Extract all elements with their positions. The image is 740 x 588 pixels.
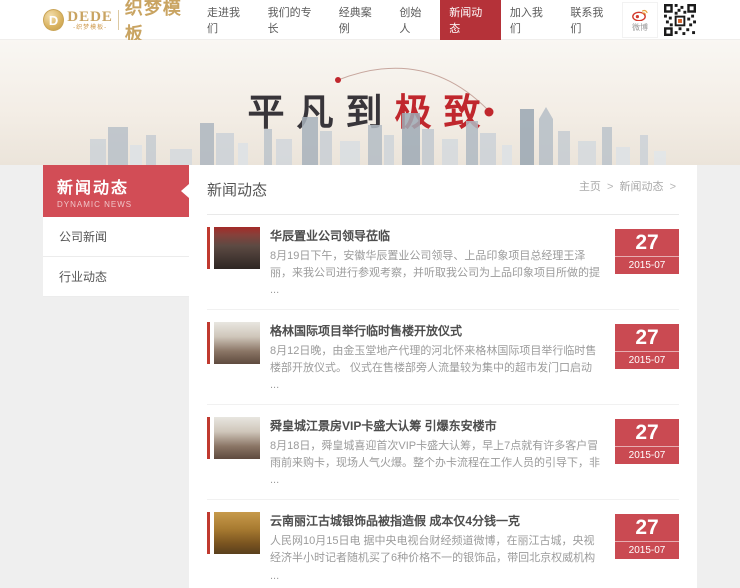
- main-nav: 走进我们 我们的专长 经典案例 创始人 新闻动态 加入我们 联系我们: [198, 0, 622, 40]
- weibo-link[interactable]: 微博: [622, 2, 658, 38]
- logo-divider: [118, 10, 119, 30]
- news-description: 人民网10月15日电 据中央电视台财经频道微博，在丽江古城，央视经济半小时记者随…: [270, 533, 601, 584]
- news-thumbnail: [214, 227, 260, 269]
- news-date-month: 2015-07: [615, 257, 679, 274]
- nav-item-join[interactable]: 加入我们: [501, 0, 562, 40]
- weibo-icon: [632, 8, 648, 21]
- sidebar-title: 新闻动态: [57, 174, 175, 198]
- thumbnail-accent-bar: [207, 512, 210, 554]
- logo-brand-text: DEDE: [67, 10, 113, 25]
- nav-item-cases[interactable]: 经典案例: [330, 0, 391, 40]
- main-panel: 主页 > 新闻动态 > 新闻动态 华辰置业公司领导莅临 8月19日下: [189, 165, 697, 588]
- news-title[interactable]: 云南丽江古城银饰品被指造假 成本仅4分钱一克: [270, 512, 601, 529]
- sidebar-header: 新闻动态 DYNAMIC NEWS: [43, 165, 189, 217]
- thumbnail-accent-bar: [207, 322, 210, 364]
- sidebar-arrow-icon: [181, 184, 189, 198]
- news-body: 云南丽江古城银饰品被指造假 成本仅4分钱一克 人民网10月15日电 据中央电视台…: [270, 512, 615, 584]
- nav-item-expertise[interactable]: 我们的专长: [259, 0, 330, 40]
- logo-brand-subtext: -织梦模板-: [67, 25, 113, 31]
- news-description: 8月18日，舜皇城喜迎首次VIP卡盛大认筹，早上7点就有许多客户冒雨前来购卡，现…: [270, 438, 601, 489]
- sidebar: 新闻动态 DYNAMIC NEWS 公司新闻 行业动态: [43, 165, 189, 297]
- thumbnail-accent-bar: [207, 227, 210, 269]
- logo-brand-en: DEDE -织梦模板-: [67, 10, 113, 31]
- news-thumbnail: [214, 322, 260, 364]
- news-thumbnail: [214, 512, 260, 554]
- news-item[interactable]: 舜皇城江景房VIP卡盛大认筹 引爆东安楼市 8月18日，舜皇城喜迎首次VIP卡盛…: [207, 405, 679, 500]
- news-item[interactable]: 云南丽江古城银饰品被指造假 成本仅4分钱一克 人民网10月15日电 据中央电视台…: [207, 500, 679, 588]
- news-title[interactable]: 华辰置业公司领导莅临: [270, 227, 601, 244]
- news-thumbnail-wrap: [207, 512, 260, 554]
- news-body: 舜皇城江景房VIP卡盛大认筹 引爆东安楼市 8月18日，舜皇城喜迎首次VIP卡盛…: [270, 417, 615, 489]
- news-date-day: 27: [615, 324, 679, 352]
- nav-item-founder[interactable]: 创始人: [390, 0, 440, 40]
- hero-banner: 平凡到极致: [0, 40, 740, 165]
- breadcrumb-home[interactable]: 主页: [579, 181, 601, 193]
- news-title[interactable]: 舜皇城江景房VIP卡盛大认筹 引爆东安楼市: [270, 417, 601, 434]
- content-area: 新闻动态 DYNAMIC NEWS 公司新闻 行业动态 主页 > 新闻动态 > …: [0, 165, 740, 588]
- breadcrumb-separator: >: [670, 181, 676, 193]
- news-thumbnail-wrap: [207, 322, 260, 364]
- news-date-badge: 27 2015-07: [615, 514, 679, 559]
- breadcrumb-separator: >: [607, 181, 613, 193]
- news-date-day: 27: [615, 514, 679, 542]
- page: D DEDE -织梦模板- 织梦模板 走进我们 我们的专长 经典案例 创始人 新…: [0, 0, 740, 588]
- sidebar-item-industry-news[interactable]: 行业动态: [43, 257, 189, 297]
- news-thumbnail-wrap: [207, 417, 260, 459]
- news-title[interactable]: 格林国际项目举行临时售楼开放仪式: [270, 322, 601, 339]
- news-description: 8月12日晚，由金玉堂地产代理的河北怀来格林国际项目举行临时售楼部开放仪式。 仪…: [270, 343, 601, 394]
- weibo-label: 微博: [632, 22, 648, 33]
- news-list: 华辰置业公司领导莅临 8月19日下午，安徽华辰置业公司领导、上品印象项目总经理王…: [207, 215, 679, 588]
- news-thumbnail: [214, 417, 260, 459]
- top-navbar: D DEDE -织梦模板- 织梦模板 走进我们 我们的专长 经典案例 创始人 新…: [0, 0, 740, 40]
- site-logo[interactable]: D DEDE -织梦模板- 织梦模板: [43, 0, 198, 40]
- city-skyline-image: [50, 105, 690, 165]
- news-date-month: 2015-07: [615, 447, 679, 464]
- news-date-badge: 27 2015-07: [615, 229, 679, 274]
- breadcrumb: 主页 > 新闻动态 >: [579, 178, 679, 194]
- news-date-month: 2015-07: [615, 352, 679, 369]
- nav-item-contact[interactable]: 联系我们: [561, 0, 622, 40]
- news-thumbnail-wrap: [207, 227, 260, 269]
- thumbnail-accent-bar: [207, 417, 210, 459]
- sidebar-item-company-news[interactable]: 公司新闻: [43, 217, 189, 257]
- breadcrumb-current[interactable]: 新闻动态: [620, 181, 664, 193]
- news-date-badge: 27 2015-07: [615, 324, 679, 369]
- sidebar-subtitle: DYNAMIC NEWS: [57, 200, 175, 209]
- news-description: 8月19日下午，安徽华辰置业公司领导、上品印象项目总经理王泽丽，来我公司进行参观…: [270, 248, 601, 299]
- news-date-day: 27: [615, 419, 679, 447]
- nav-item-about[interactable]: 走进我们: [198, 0, 259, 40]
- news-item[interactable]: 格林国际项目举行临时售楼开放仪式 8月12日晚，由金玉堂地产代理的河北怀来格林国…: [207, 310, 679, 405]
- news-item[interactable]: 华辰置业公司领导莅临 8月19日下午，安徽华辰置业公司领导、上品印象项目总经理王…: [207, 215, 679, 310]
- news-date-month: 2015-07: [615, 542, 679, 559]
- social-links: 微博: [622, 0, 697, 40]
- news-date-day: 27: [615, 229, 679, 257]
- sidebar-menu: 公司新闻 行业动态: [43, 217, 189, 297]
- news-date-badge: 27 2015-07: [615, 419, 679, 464]
- news-body: 格林国际项目举行临时售楼开放仪式 8月12日晚，由金玉堂地产代理的河北怀来格林国…: [270, 322, 615, 394]
- nav-item-news[interactable]: 新闻动态: [440, 0, 501, 40]
- news-body: 华辰置业公司领导莅临 8月19日下午，安徽华辰置业公司领导、上品印象项目总经理王…: [270, 227, 615, 299]
- logo-coin-icon: D: [43, 9, 64, 31]
- qr-code-icon: [663, 3, 697, 37]
